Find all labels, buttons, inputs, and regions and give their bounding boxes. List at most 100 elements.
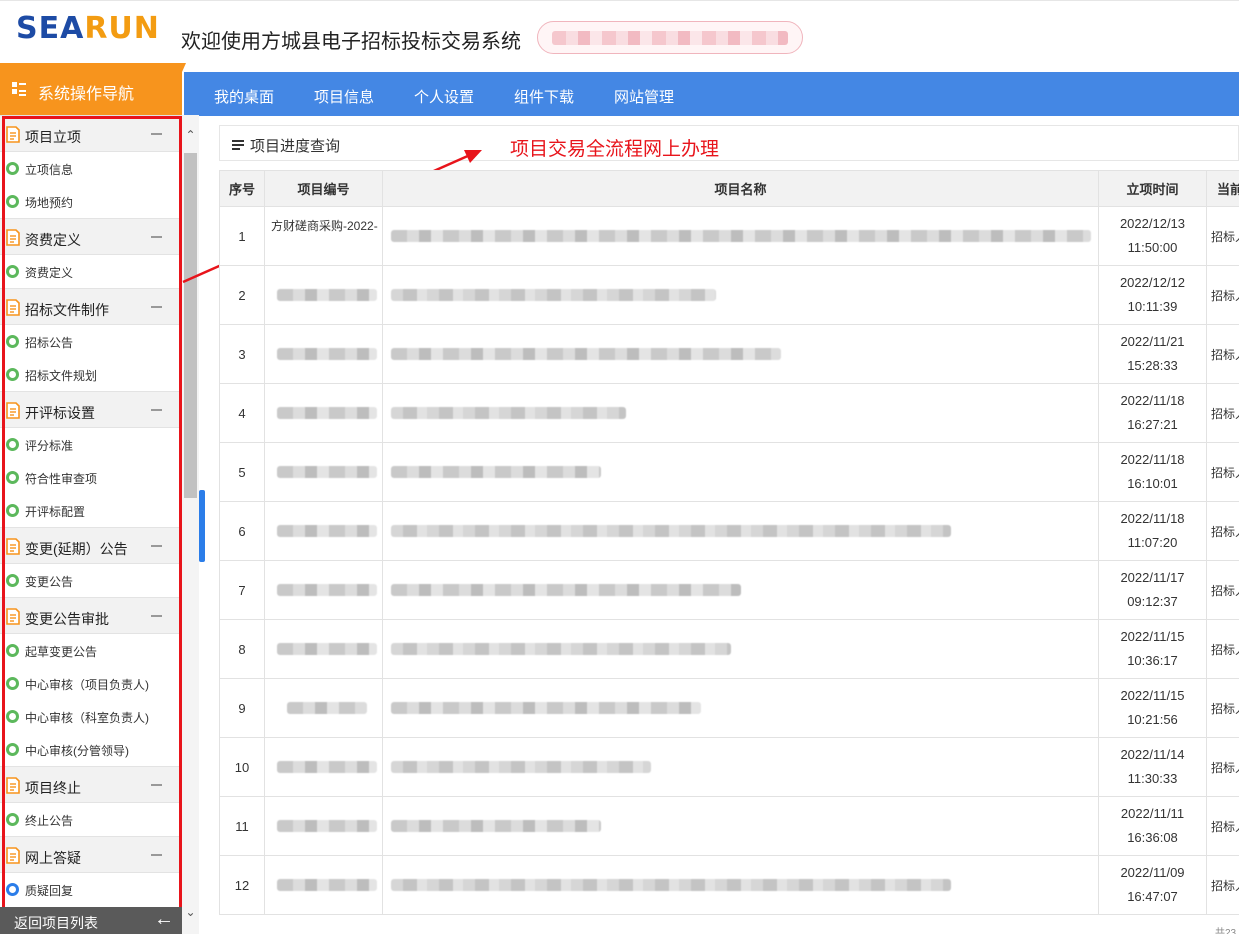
table-row[interactable]: 10 2022/11/14 11:30:33 招标人 [219,737,1239,797]
name-cell[interactable] [382,501,1099,561]
user-info-pill[interactable] [537,21,803,54]
table-row[interactable]: 5 2022/11/18 16:10:01 招标人 [219,442,1239,502]
redacted-project-code [276,643,377,655]
collapse-minus-icon[interactable] [151,306,162,308]
sidebar-group[interactable]: 变更(延期）公告 [0,527,182,564]
col-header-date: 立项时间 [1098,170,1207,207]
sidebar-item[interactable]: 招标文件规划 [0,358,182,391]
sidebar-item[interactable]: 评分标准 [0,428,182,461]
menu-my-desktop[interactable]: 我的桌面 [214,86,274,107]
row-date: 2022/11/15 [1120,688,1185,703]
menu-site-management[interactable]: 网站管理 [614,86,674,107]
sidebar-group[interactable]: 招标文件制作 [0,288,182,325]
table-row[interactable]: 1 方财磋商采购-2022- 2022/12/13 11:50:00 招标人 [219,206,1239,266]
row-no: 10 [219,737,265,797]
table-row[interactable]: 8 2022/11/15 10:36:17 招标人 [219,619,1239,679]
name-cell[interactable] [382,619,1099,679]
name-cell[interactable] [382,206,1099,266]
sidebar-group[interactable]: 网上答疑 [0,836,182,873]
name-cell[interactable] [382,265,1099,325]
table-row[interactable]: 11 2022/11/11 16:36:08 招标人 [219,796,1239,856]
redacted-user-text [552,31,788,45]
top-menu-bar: 我的桌面 项目信息 个人设置 组件下载 网站管理 [184,72,1239,116]
collapse-minus-icon[interactable] [151,784,162,786]
table-row[interactable]: 4 2022/11/18 16:27:21 招标人 [219,383,1239,443]
date-cell: 2022/11/15 10:36:17 [1098,619,1207,679]
sidebar-scrollbar[interactable]: ⌃ ⌄ [182,115,199,934]
redacted-project-code [276,879,377,891]
table-row[interactable]: 6 2022/11/18 11:07:20 招标人 [219,501,1239,561]
code-cell [264,737,383,797]
circle-bullet-icon [6,677,19,690]
collapse-minus-icon[interactable] [151,236,162,238]
collapse-minus-icon[interactable] [151,133,162,135]
redacted-project-name [391,643,731,655]
sidebar-menu: 项目立项 立项信息 场地预约 资费定义 资费定义 招标文件制作 招标公告 招标文件规划 开评标设… [0,115,182,907]
sidebar-group[interactable]: 项目立项 [0,115,182,152]
chevron-up-icon[interactable]: ⌃ [185,129,196,141]
row-no: 8 [219,619,265,679]
back-to-project-list-button[interactable]: 返回项目列表 ← [0,907,182,934]
collapse-minus-icon[interactable] [151,854,162,856]
sidebar-item[interactable]: 场地预约 [0,185,182,218]
sidebar-group-label: 变更公告审批 [25,611,109,627]
sidebar-item[interactable]: 起草变更公告 [0,634,182,667]
sidebar-group[interactable]: 变更公告审批 [0,597,182,634]
table-row[interactable]: 2 2022/12/12 10:11:39 招标人 [219,265,1239,325]
col-header-name: 项目名称 [382,170,1099,207]
sidebar-item[interactable]: 开评标配置 [0,494,182,527]
sidebar-item-label: 变更公告 [25,575,74,589]
name-cell[interactable] [382,737,1099,797]
name-cell[interactable] [382,678,1099,738]
redacted-project-code [276,348,377,360]
name-cell[interactable] [382,855,1099,915]
sidebar-group[interactable]: 项目终止 [0,766,182,803]
circle-bullet-icon [6,574,19,587]
table-row[interactable]: 9 2022/11/15 10:21:56 招标人 [219,678,1239,738]
sidebar-group[interactable]: 资费定义 [0,218,182,255]
row-date: 2022/11/14 [1120,747,1185,762]
menu-personal-settings[interactable]: 个人设置 [414,86,474,107]
name-cell[interactable] [382,442,1099,502]
collapse-minus-icon[interactable] [151,545,162,547]
date-cell: 2022/11/17 09:12:37 [1098,560,1207,620]
row-date: 2022/12/12 [1119,275,1186,290]
name-cell[interactable] [382,560,1099,620]
row-stage: 招标人 [1206,442,1239,502]
date-cell: 2022/11/09 16:47:07 [1098,855,1207,915]
sidebar-item[interactable]: 立项信息 [0,152,182,185]
document-icon [6,299,20,316]
table-row[interactable]: 12 2022/11/09 16:47:07 招标人 [219,855,1239,915]
sidebar-item-label: 起草变更公告 [25,645,98,659]
sidebar-group-label: 招标文件制作 [25,302,109,318]
redacted-project-code [286,702,367,714]
row-stage: 招标人 [1206,324,1239,384]
name-cell[interactable] [382,383,1099,443]
name-cell[interactable] [382,796,1099,856]
name-cell[interactable] [382,324,1099,384]
collapse-minus-icon[interactable] [151,615,162,617]
redacted-project-name [391,466,601,478]
chevron-down-icon[interactable]: ⌄ [185,906,196,918]
table-row[interactable]: 3 2022/11/21 15:28:33 招标人 [219,324,1239,384]
sidebar-item[interactable]: 质疑回复 [0,873,182,906]
sidebar-collapse-handle[interactable] [199,490,205,562]
table-row[interactable]: 7 2022/11/17 09:12:37 招标人 [219,560,1239,620]
sidebar-item[interactable]: 终止公告 [0,803,182,836]
sidebar-item[interactable]: 中心审核（项目负责人) [0,667,182,700]
sidebar-group[interactable]: 开评标设置 [0,391,182,428]
sidebar-item[interactable]: 中心审核（科室负责人) [0,700,182,733]
sidebar-item[interactable]: 资费定义 [0,255,182,288]
row-stage: 招标人 [1206,383,1239,443]
sidebar-item[interactable]: 中心审核(分管领导) [0,733,182,766]
collapse-minus-icon[interactable] [151,409,162,411]
row-time: 16:27:21 [1127,417,1178,432]
sidebar-item-label: 资费定义 [25,266,74,280]
menu-project-info[interactable]: 项目信息 [314,86,374,107]
sidebar-item[interactable]: 招标公告 [0,325,182,358]
sidebar-item[interactable]: 变更公告 [0,564,182,597]
row-date: 2022/11/17 [1120,570,1185,585]
menu-component-download[interactable]: 组件下载 [514,86,574,107]
sidebar-item[interactable]: 符合性审查项 [0,461,182,494]
scrollbar-thumb[interactable] [184,153,197,498]
